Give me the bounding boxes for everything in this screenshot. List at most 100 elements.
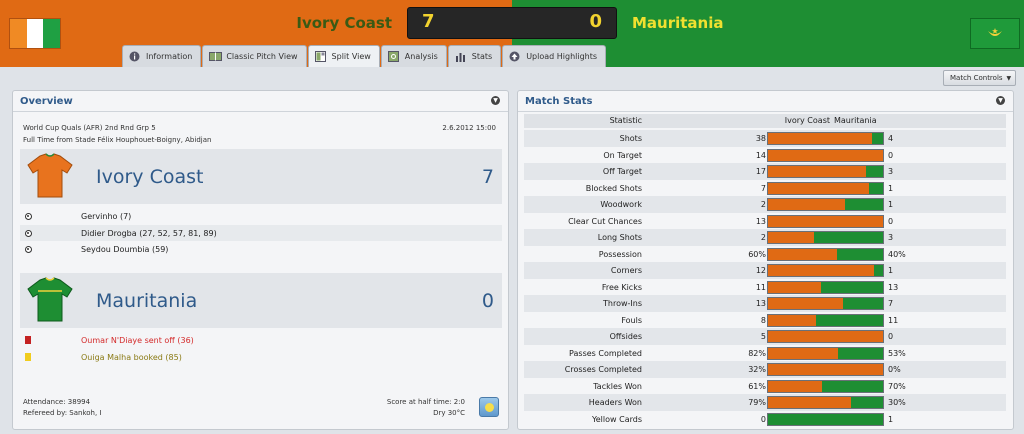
stat-away-bar (837, 347, 883, 359)
stat-home-value: 82% (748, 348, 766, 358)
stat-row: Yellow Cards 0 1 (524, 411, 1006, 428)
football-icon (24, 229, 32, 237)
stat-name: Fouls (621, 315, 642, 325)
stat-home-value: 8 (760, 315, 766, 325)
tab-analysis[interactable]: Analysis (380, 45, 447, 67)
stat-home-value: 60% (748, 249, 766, 259)
split-view-icon (314, 51, 326, 62)
yellow-card-icon (25, 353, 31, 361)
tab-upload-highlights[interactable]: Upload Highlights (502, 45, 607, 67)
stat-home-value: 13 (755, 216, 766, 226)
stat-home-bar (768, 281, 821, 293)
home-team-name[interactable]: Ivory Coast (260, 14, 392, 32)
stat-away-bar (837, 248, 883, 260)
stat-home-bar (768, 232, 814, 243)
football-icon (24, 212, 32, 220)
stat-home-bar (768, 166, 866, 177)
tab-information[interactable]: Information (122, 45, 202, 67)
stat-home-value: 2 (760, 200, 766, 209)
tab-split-view[interactable]: Split View (307, 45, 380, 67)
stat-comparison-bar (767, 264, 884, 277)
divider (13, 111, 508, 112)
stat-home-value: 12 (755, 266, 766, 275)
stat-home-value: 0 (760, 414, 766, 424)
stat-home-bar (768, 265, 875, 276)
stat-home-value: 2 (760, 233, 766, 242)
statistic-column-header[interactable]: Statistic (524, 116, 642, 125)
yellow-card-player[interactable]: Ouiga Malha booked (85) (81, 353, 182, 362)
away-score: 0 (589, 11, 602, 32)
tab-information-label: Information (146, 52, 193, 61)
stat-row: On Target 14 0 (524, 147, 1006, 164)
collapse-panel-icon[interactable]: ▼ (996, 96, 1005, 105)
collapse-panel-icon[interactable]: ▼ (491, 96, 500, 105)
stat-away-value: 70% (888, 381, 906, 391)
stat-comparison-bar (767, 280, 884, 294)
stat-name: Corners (610, 266, 642, 275)
stat-row: Throw-Ins 13 7 (524, 295, 1006, 312)
stat-name: Crosses Completed (564, 365, 642, 374)
away-team-name[interactable]: Mauritania (632, 14, 724, 32)
competition-label[interactable]: World Cup Quals (AFR) 2nd Rnd Grp 5 (23, 124, 156, 132)
goal-scorer[interactable]: Gervinho (7) (81, 212, 131, 221)
away-team-title[interactable]: Mauritania (96, 290, 197, 312)
stat-home-bar (768, 133, 873, 144)
tab-classic-pitch-view[interactable]: Classic Pitch View (202, 45, 307, 67)
stat-home-bar (768, 248, 837, 260)
stat-away-bar (868, 182, 883, 194)
goal-scorer[interactable]: Seydou Doumbia (59) (81, 245, 168, 254)
stat-home-bar (768, 199, 845, 210)
stat-name: Headers Won (588, 398, 642, 407)
tab-stats[interactable]: Stats (447, 45, 502, 67)
stat-away-bar (874, 265, 883, 276)
divider (518, 111, 1013, 112)
home-column-header[interactable]: Ivory Coast (644, 116, 830, 125)
red-card-player[interactable]: Oumar N'Diaye sent off (36) (81, 336, 194, 345)
stat-away-value: 1 (888, 266, 894, 275)
match-controls-button[interactable]: Match Controls ▼ (943, 70, 1016, 86)
stat-away-bar (820, 281, 883, 293)
stat-name: Woodwork (600, 200, 642, 209)
stat-away-value: 40% (888, 249, 906, 259)
stat-comparison-bar (767, 346, 884, 360)
stat-comparison-bar (767, 330, 884, 343)
stat-comparison-bar (767, 396, 884, 409)
home-team-title[interactable]: Ivory Coast (96, 166, 203, 188)
pitch-icon (209, 51, 223, 62)
upload-icon (509, 51, 520, 62)
stat-away-value: 11 (888, 315, 899, 325)
stat-home-bar (768, 347, 838, 359)
attendance: Attendance: 38994 (23, 398, 91, 406)
stat-name: Yellow Cards (591, 414, 642, 424)
stat-home-value: 17 (755, 167, 766, 176)
stat-comparison-bar (767, 363, 884, 376)
stat-row: Passes Completed 82% 53% (524, 345, 1006, 362)
stat-row: Shots 38 4 (524, 130, 1006, 147)
stat-away-value: 1 (888, 200, 894, 209)
stat-away-bar (872, 133, 883, 144)
stat-name: Clear Cut Chances (568, 216, 642, 226)
stat-comparison-bar (767, 165, 884, 178)
goal-scorer[interactable]: Didier Drogba (27, 52, 57, 81, 89) (81, 229, 217, 238)
stat-home-bar (768, 314, 817, 326)
stat-row: Headers Won 79% 30% (524, 394, 1006, 411)
stat-comparison-bar (767, 379, 884, 393)
match-stats-panel: Match Stats ▼ Statistic Ivory Coast Maur… (517, 90, 1014, 430)
stat-row: Possession 60% 40% (524, 246, 1006, 263)
overview-panel: Overview ▼ World Cup Quals (AFR) 2nd Rnd… (12, 90, 509, 430)
stat-away-value: 0 (888, 332, 894, 341)
stat-comparison-bar (767, 132, 884, 145)
stat-home-bar (768, 397, 852, 408)
stat-comparison-bar (767, 247, 884, 261)
stat-row: Offsides 5 0 (524, 328, 1006, 345)
stat-name: Throw-Ins (603, 299, 642, 308)
away-column-header[interactable]: Mauritania (834, 116, 877, 125)
referee[interactable]: Refereed by: Sankoh, I (23, 409, 102, 417)
stat-name: Free Kicks (601, 282, 642, 292)
stat-away-value: 1 (888, 414, 894, 424)
stat-away-bar (844, 199, 883, 210)
stat-away-value: 0% (888, 365, 901, 374)
stat-away-value: 0 (888, 150, 894, 160)
stat-name: Passes Completed (569, 348, 642, 358)
stat-comparison-bar (767, 313, 884, 327)
